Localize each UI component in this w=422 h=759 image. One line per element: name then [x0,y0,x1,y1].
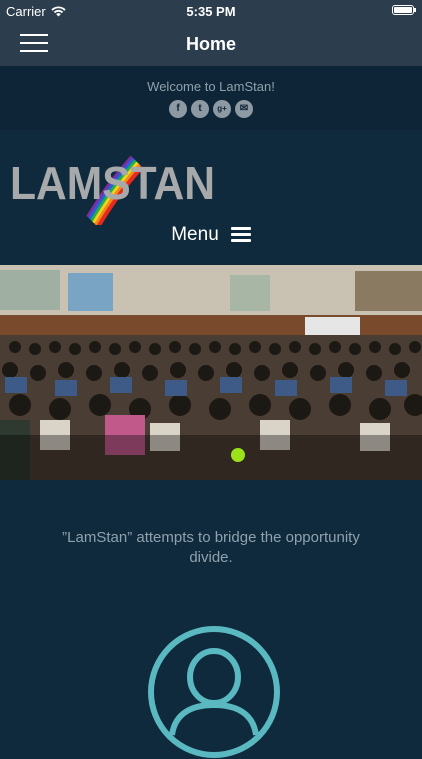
hero-image [0,265,422,480]
carousel-indicator[interactable] [231,448,245,462]
menu-button[interactable]: Menu [0,224,422,246]
social-links: f t g+ ✉ [0,100,422,118]
navigation-bar: Home [0,22,422,66]
battery-icon [392,5,416,15]
email-icon[interactable]: ✉ [235,100,253,118]
menu-label: Menu [171,224,219,245]
user-icon[interactable] [147,625,281,759]
facebook-icon[interactable]: f [169,100,187,118]
clock: 5:35 PM [186,4,236,19]
logo-text: LAMSTAN [10,157,215,209]
welcome-bar: Welcome to LamStan! f t g+ ✉ [0,66,422,130]
hero-caption-overlay [0,435,422,480]
menu-icon [230,227,251,243]
tagline-text: ”LamStan” attempts to bridge the opportu… [62,529,360,566]
twitter-icon[interactable]: t [191,100,209,118]
header-panel: LAMSTAN Menu [0,130,422,265]
page-title: Home [185,34,236,54]
status-bar: Carrier 5:35 PM [0,0,422,22]
lamstan-logo[interactable]: LAMSTAN [10,147,215,225]
welcome-text: Welcome to LamStan! [147,79,275,94]
google-plus-icon[interactable]: g+ [213,100,231,118]
